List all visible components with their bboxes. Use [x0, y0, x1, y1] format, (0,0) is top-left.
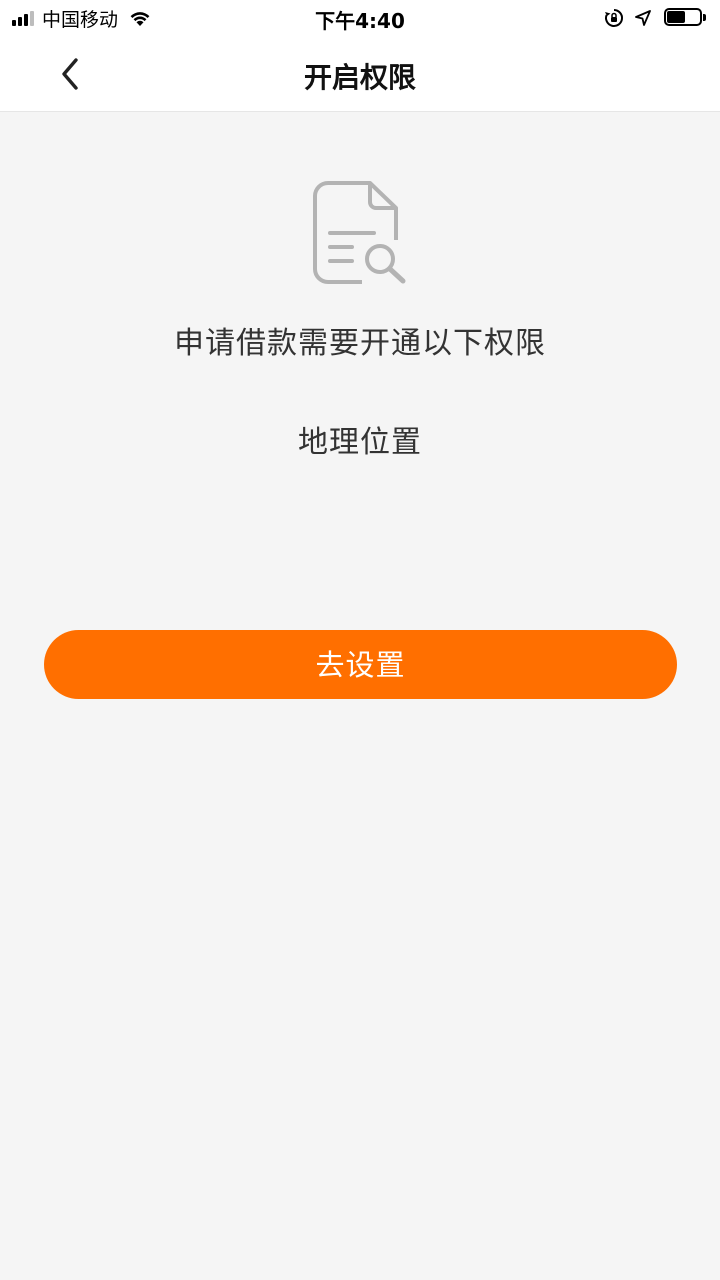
go-to-settings-button[interactable]: 去设置 [44, 630, 677, 699]
status-bar: 中国移动 下午4:40 [0, 0, 720, 36]
status-right [594, 6, 708, 30]
document-search-icon [313, 181, 406, 284]
battery-icon [664, 8, 708, 28]
orientation-lock-icon [605, 9, 623, 27]
permission-item-location: 地理位置 [298, 425, 422, 460]
permission-message: 申请借款需要开通以下权限 [174, 326, 546, 361]
page-title: 开启权限 [303, 61, 416, 94]
location-arrow-icon [635, 10, 651, 26]
nav-bar: 开启权限 [0, 36, 720, 112]
